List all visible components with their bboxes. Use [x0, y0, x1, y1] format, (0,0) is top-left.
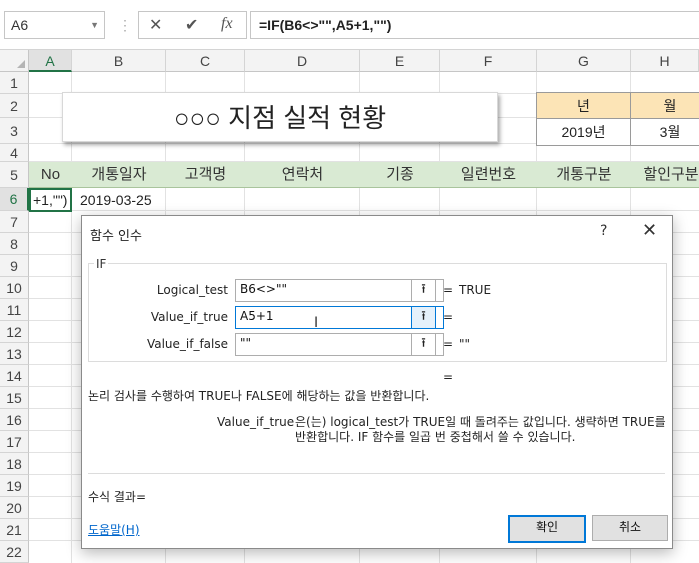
formula-input[interactable]: =IF(B6<>"",A5+1,"") [250, 11, 699, 39]
argument-description: 은(는) logical_test가 TRUE일 때 돌려주는 값입니다. 생략… [295, 415, 666, 444]
name-box-value: A6 [11, 17, 29, 33]
row-header-18[interactable]: 18 [0, 453, 29, 475]
enter-icon[interactable]: ✔ [185, 15, 198, 35]
column-title-cell[interactable]: 고객명 [166, 162, 245, 188]
month-value-cell[interactable]: 3월 [630, 118, 699, 146]
insert-function-icon[interactable]: fx [221, 15, 233, 33]
row-header-13[interactable]: 13 [0, 343, 29, 365]
chevron-down-icon[interactable]: ▼ [90, 12, 99, 38]
year-header-cell[interactable]: 년 [536, 92, 631, 119]
value-if-true-label: Value_if_true [150, 310, 228, 324]
active-cell-a6[interactable]: +1,"") [29, 188, 72, 212]
row-header-20[interactable]: 20 [0, 497, 29, 519]
column-header-h[interactable]: H [631, 50, 699, 72]
selected-argument-name: Value_if_true [217, 415, 295, 429]
divider [88, 473, 665, 474]
select-all-corner[interactable] [0, 50, 29, 72]
sheet-title-shape[interactable]: ○○○ 지점 실적 현황 [62, 92, 498, 142]
column-header-c[interactable]: C [166, 50, 245, 72]
row-header-4[interactable]: 4 [0, 144, 29, 162]
column-title-cell[interactable]: 할인구분 [631, 162, 699, 188]
collapse-dialog-icon[interactable]: ⭱ [411, 333, 436, 356]
row-header-12[interactable]: 12 [0, 321, 29, 343]
column-header-d[interactable]: D [245, 50, 360, 72]
row-header-1[interactable]: 1 [0, 72, 29, 94]
function-result-equals: = [443, 370, 454, 384]
row-header-22[interactable]: 22 [0, 541, 29, 563]
row-header-17[interactable]: 17 [0, 431, 29, 453]
column-title-cell[interactable]: 연락처 [245, 162, 360, 188]
row-header-8[interactable]: 8 [0, 233, 29, 255]
row-header-5[interactable]: 5 [0, 162, 29, 188]
function-description: 논리 검사를 수행하여 TRUE나 FALSE에 해당하는 값을 반환합니다. [88, 389, 430, 403]
text-cursor-icon: I [314, 315, 319, 331]
row-header-14[interactable]: 14 [0, 365, 29, 387]
row-header-3[interactable]: 3 [0, 118, 29, 144]
cell-b6[interactable]: 2019-03-25 [80, 188, 152, 212]
grid-line [71, 72, 72, 563]
function-name: IF [94, 257, 109, 271]
column-title-cell[interactable]: 개통일자 [72, 162, 166, 188]
formula-buttons: ✕ ✔ fx [138, 11, 247, 39]
column-header-f[interactable]: F [440, 50, 537, 72]
column-title-cell[interactable]: 기종 [360, 162, 440, 188]
cancel-button[interactable]: 취소 [592, 515, 668, 541]
month-header-cell[interactable]: 월 [630, 92, 699, 119]
function-arguments-dialog: 함수 인수 ? ✕ IF Logical_test B6<>"" ⭱ = TRU… [81, 215, 673, 549]
more-icon: ⋮ [118, 17, 132, 33]
column-title-cell[interactable]: 일련번호 [440, 162, 537, 188]
row-header-9[interactable]: 9 [0, 255, 29, 277]
logical-test-result: TRUE [459, 283, 492, 297]
logical-test-label: Logical_test [156, 283, 228, 297]
row-header-10[interactable]: 10 [0, 277, 29, 299]
column-title-cell[interactable]: 개통구분 [537, 162, 631, 188]
row-header-21[interactable]: 21 [0, 519, 29, 541]
help-link[interactable]: 도움말(H) [88, 521, 140, 538]
collapse-dialog-icon[interactable]: ⭱ [411, 279, 436, 302]
cancel-icon[interactable]: ✕ [149, 15, 162, 35]
formula-bar: A6 ▼ ⋮ ✕ ✔ fx =IF(B6<>"",A5+1,"") [0, 0, 699, 50]
help-icon[interactable]: ? [600, 223, 607, 239]
value-if-false-label: Value_if_false [146, 337, 228, 351]
row-header-6[interactable]: 6 [0, 188, 29, 211]
collapse-dialog-icon[interactable]: ⭱ [411, 306, 436, 329]
column-header-e[interactable]: E [360, 50, 440, 72]
row-header-11[interactable]: 11 [0, 299, 29, 321]
row-header-15[interactable]: 15 [0, 387, 29, 409]
column-title-cell[interactable]: No [29, 162, 72, 188]
column-header-a[interactable]: A [29, 50, 72, 72]
equals-sign: = [443, 310, 454, 324]
equals-sign: = [443, 337, 454, 351]
equals-sign: = [443, 283, 454, 297]
ok-button[interactable]: 확인 [508, 515, 586, 543]
value-if-false-result: "" [459, 337, 471, 351]
dialog-title: 함수 인수 [90, 229, 142, 244]
year-value-cell[interactable]: 2019년 [536, 118, 631, 146]
row-header-19[interactable]: 19 [0, 475, 29, 497]
name-box[interactable]: A6 ▼ [4, 11, 105, 39]
row-header-7[interactable]: 7 [0, 211, 29, 233]
row-header-16[interactable]: 16 [0, 409, 29, 431]
row-header-2[interactable]: 2 [0, 94, 29, 118]
close-icon[interactable]: ✕ [642, 220, 657, 241]
column-header-g[interactable]: G [537, 50, 631, 72]
formula-result-label: 수식 결과= [88, 490, 147, 504]
column-header-b[interactable]: B [72, 50, 166, 72]
